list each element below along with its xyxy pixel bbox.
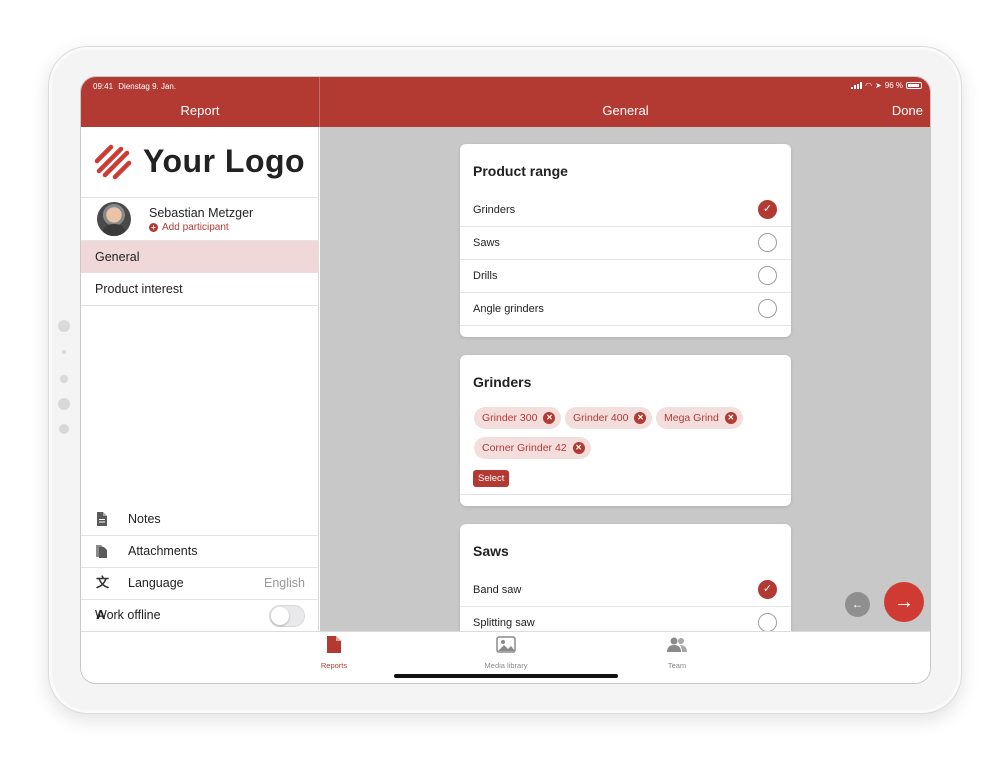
option-row[interactable]: Drills xyxy=(460,260,791,293)
tab-team[interactable]: Team xyxy=(637,636,717,670)
add-participant-label: Add participant xyxy=(162,222,229,233)
radio-icon[interactable] xyxy=(758,233,777,252)
chip-label: Grinder 300 xyxy=(482,412,538,424)
chip[interactable]: Mega Grind ✕ xyxy=(656,407,743,429)
chip[interactable]: Corner Grinder 42 ✕ xyxy=(474,437,591,459)
divider xyxy=(460,494,791,495)
option-row[interactable]: Saws xyxy=(460,227,791,260)
wifi-icon: ◠ xyxy=(865,81,873,90)
remove-icon[interactable]: ✕ xyxy=(634,412,647,424)
logo-stripes-icon xyxy=(94,144,132,180)
card-title: Grinders xyxy=(473,374,532,390)
language-item[interactable]: 文A Language English xyxy=(81,567,319,622)
team-icon xyxy=(667,637,687,652)
logo-text: Your Logo xyxy=(143,142,306,179)
header-divider xyxy=(319,77,320,127)
status-indicators: ◠ ➤ 96 % xyxy=(851,81,922,90)
sidebar-item-label: Product interest xyxy=(95,282,183,296)
attachments-item[interactable]: Attachments xyxy=(81,535,319,567)
done-button[interactable]: Done xyxy=(892,103,923,118)
option-label: Drills xyxy=(473,270,498,282)
sidebar-item-product-interest[interactable]: Product interest xyxy=(81,273,319,305)
option-label: Angle grinders xyxy=(473,303,544,315)
translate-icon: 文A xyxy=(96,575,110,622)
attachments-icon xyxy=(96,545,107,558)
status-time: 09:41 Dienstag 9. Jan. xyxy=(93,82,176,91)
avatar xyxy=(97,202,131,236)
grinders-card: Grinders Grinder 300 ✕ Grinder 400 ✕ Meg… xyxy=(460,355,791,506)
tab-label: Reports xyxy=(320,661,348,670)
language-value: English xyxy=(264,576,305,590)
battery-percent: 96 % xyxy=(884,81,903,90)
notes-label: Notes xyxy=(128,512,161,526)
sidebar-title: Report xyxy=(180,103,220,118)
main-content: Product range Grinders ✓ Saws Drills Ang… xyxy=(320,127,930,631)
select-button[interactable]: Select xyxy=(473,470,510,487)
location-icon: ➤ xyxy=(875,81,882,90)
arrow-left-icon: ← xyxy=(851,597,864,611)
tab-reports[interactable]: Reports xyxy=(294,636,374,670)
option-label: Band saw xyxy=(473,584,522,596)
checkmark-icon[interactable]: ✓ xyxy=(758,580,777,599)
participant: Sebastian Metzger + Add participant xyxy=(97,202,317,238)
card-title: Saws xyxy=(473,543,509,559)
option-row[interactable]: Angle grinders xyxy=(460,293,791,326)
option-row[interactable]: Splitting saw xyxy=(460,607,791,631)
image-icon xyxy=(496,636,516,653)
chip-label: Corner Grinder 42 xyxy=(482,442,567,454)
tab-label: Team xyxy=(667,661,687,670)
sidebar-item-general[interactable]: General xyxy=(81,241,319,273)
radio-icon[interactable] xyxy=(758,299,777,318)
tab-label: Media library xyxy=(484,661,528,670)
chip-label: Grinder 400 xyxy=(573,412,629,424)
work-offline-label: Work offline xyxy=(95,608,161,622)
chip[interactable]: Grinder 400 ✕ xyxy=(565,407,653,429)
home-indicator xyxy=(394,674,618,678)
page-title: General xyxy=(602,103,649,118)
option-label: Grinders xyxy=(473,204,516,216)
option-row[interactable]: Band saw ✓ xyxy=(460,574,791,607)
divider xyxy=(81,305,319,306)
work-offline-item: Work offline xyxy=(81,599,319,631)
navigation-bar: 09:41 Dienstag 9. Jan. ◠ ➤ 96 % Report G… xyxy=(81,77,930,127)
product-range-card: Product range Grinders ✓ Saws Drills Ang… xyxy=(460,144,791,337)
option-label: Saws xyxy=(473,237,500,249)
remove-icon[interactable]: ✕ xyxy=(543,412,556,424)
tab-bar: Reports Media library Team xyxy=(81,631,930,683)
chip[interactable]: Grinder 300 ✕ xyxy=(474,407,562,429)
previous-button[interactable]: ← xyxy=(845,592,870,617)
company-logo: Your Logo xyxy=(93,139,305,183)
screen: 09:41 Dienstag 9. Jan. ◠ ➤ 96 % Report G… xyxy=(80,76,931,684)
participant-name: Sebastian Metzger xyxy=(149,206,254,220)
tab-media-library[interactable]: Media library xyxy=(466,636,546,670)
next-button[interactable]: → xyxy=(884,582,924,622)
time: 09:41 xyxy=(93,82,114,91)
option-label: Splitting saw xyxy=(473,617,535,629)
attachments-label: Attachments xyxy=(128,544,198,558)
sidebar: Your Logo Sebastian Metzger + Add partic… xyxy=(81,127,319,631)
card-title: Product range xyxy=(473,163,568,179)
battery-icon xyxy=(906,82,922,89)
sidebar-item-label: General xyxy=(95,250,140,264)
plus-icon: + xyxy=(149,223,158,232)
language-label: Language xyxy=(128,576,184,590)
chip-label: Mega Grind xyxy=(664,412,719,424)
remove-icon[interactable]: ✕ xyxy=(724,412,737,424)
date: Dienstag 9. Jan. xyxy=(118,82,177,91)
add-participant-button[interactable]: + Add participant xyxy=(149,222,229,233)
checkmark-icon[interactable]: ✓ xyxy=(758,200,777,219)
remove-icon[interactable]: ✕ xyxy=(572,442,585,454)
report-icon xyxy=(327,636,341,653)
divider xyxy=(81,197,319,198)
option-row[interactable]: Grinders ✓ xyxy=(460,194,791,227)
signal-icon xyxy=(851,82,863,89)
saws-card: Saws Band saw ✓ Splitting saw xyxy=(460,524,791,631)
document-icon xyxy=(97,512,107,526)
arrow-right-icon: → xyxy=(894,591,914,613)
work-offline-toggle[interactable] xyxy=(269,605,305,627)
radio-icon[interactable] xyxy=(758,613,777,631)
notes-item[interactable]: Notes xyxy=(81,503,319,535)
radio-icon[interactable] xyxy=(758,266,777,285)
